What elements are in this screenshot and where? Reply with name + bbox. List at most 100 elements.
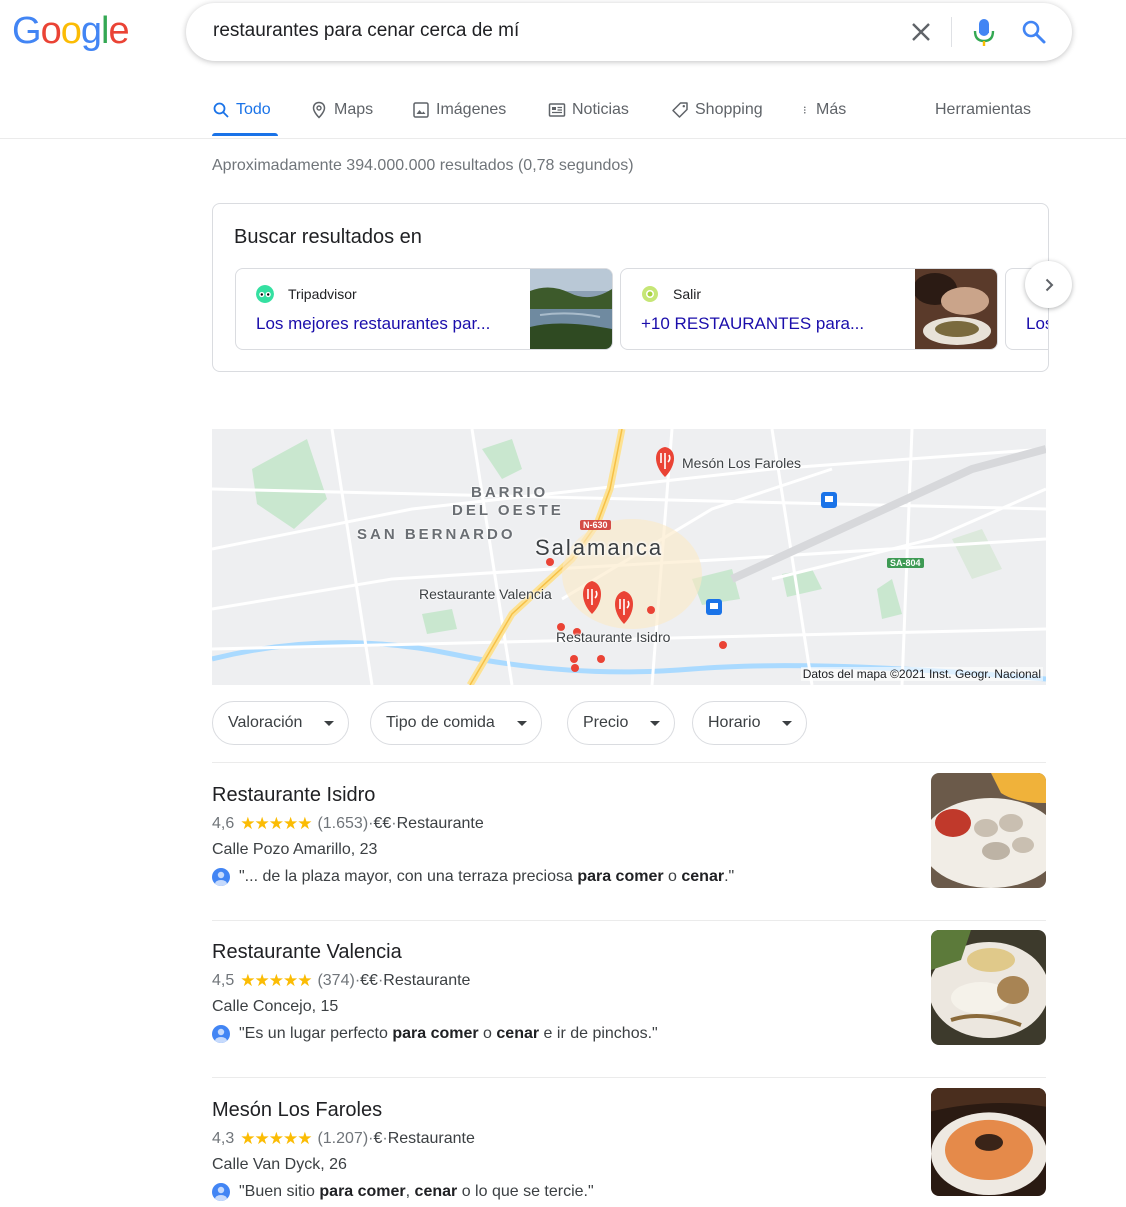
- review-count: (1.207): [317, 1130, 369, 1147]
- price-level: €€: [360, 972, 378, 989]
- source-name: Salir: [641, 285, 701, 303]
- salir-icon: [642, 286, 658, 302]
- tab-maps[interactable]: Maps: [310, 98, 373, 122]
- filter-valoracion[interactable]: Valoración: [212, 701, 350, 745]
- road-badge: N-630: [580, 520, 611, 530]
- tab-shopping[interactable]: Shopping: [671, 98, 763, 122]
- divider: [212, 1077, 1046, 1078]
- category: Restaurante: [396, 815, 484, 832]
- active-tab-indicator: [212, 133, 278, 136]
- tab-noticias[interactable]: Noticias: [548, 98, 629, 122]
- review-part: o: [478, 1025, 497, 1042]
- review-part: "Es un lugar perfecto: [239, 1025, 393, 1042]
- search-icon[interactable]: [1020, 17, 1048, 47]
- dropdown-arrow-icon: [650, 720, 661, 726]
- newspaper-icon: [548, 103, 566, 117]
- tab-label: Imágenes: [436, 101, 507, 118]
- rating-stars-icon: ★★★★★: [240, 971, 312, 990]
- review-part: o: [663, 868, 682, 885]
- restaurant-photo[interactable]: [931, 930, 1046, 1045]
- tag-icon: [672, 102, 688, 118]
- source-link[interactable]: Los mejores restaurantes par...: [256, 314, 490, 334]
- river-thumbnail-image: [530, 269, 612, 349]
- review-bold: para comer: [577, 868, 664, 885]
- result-name[interactable]: Restaurante Valencia: [212, 941, 402, 964]
- local-result[interactable]: Mesón Los Faroles 4,3 ★★★★★ (1.207) · € …: [212, 1088, 1046, 1207]
- search-input[interactable]: restaurantes para cenar cerca de mí: [213, 20, 519, 42]
- logo-letter: o: [60, 10, 82, 52]
- close-icon[interactable]: [904, 15, 938, 49]
- local-result[interactable]: Restaurante Isidro 4,6 ★★★★★ (1.653) · €…: [212, 773, 1046, 904]
- logo-letter: g: [80, 10, 102, 52]
- map-label-valencia[interactable]: Restaurante Valencia: [419, 586, 552, 602]
- review-part: "... de la plaza mayor, con una terraza …: [239, 868, 578, 885]
- carousel-next-button[interactable]: [1025, 261, 1072, 308]
- local-results-map[interactable]: Mesón Los Faroles Restaurante Valencia R…: [212, 429, 1046, 685]
- address: Calle Van Dyck, 26: [212, 1156, 347, 1173]
- user-avatar-icon: [212, 1025, 230, 1043]
- address: Calle Pozo Amarillo, 23: [212, 841, 378, 858]
- logo-letter: o: [40, 10, 62, 52]
- result-meta: 4,5 ★★★★★ (374) · €€ · Restaurante: [212, 971, 470, 991]
- map-city-label: Salamanca: [535, 535, 664, 560]
- result-meta: 4,3 ★★★★★ (1.207) · € · Restaurante: [212, 1129, 475, 1149]
- tab-label: Todo: [236, 101, 271, 118]
- logo-letter: G: [12, 10, 42, 52]
- filter-tipo-comida[interactable]: Tipo de comida: [370, 701, 542, 745]
- map-district: BARRIO: [471, 484, 549, 501]
- result-name[interactable]: Restaurante Isidro: [212, 784, 375, 807]
- local-result[interactable]: Restaurante Valencia 4,5 ★★★★★ (374) · €…: [212, 930, 1046, 1061]
- review-count: (1.653): [317, 815, 369, 832]
- source-label: Tripadvisor: [288, 286, 357, 302]
- review-part: e ir de pinchos.": [539, 1025, 658, 1042]
- source-card-tripadvisor[interactable]: Tripadvisor Los mejores restaurantes par…: [235, 268, 613, 350]
- source-card-salir[interactable]: Salir +10 RESTAURANTES para...: [620, 268, 998, 350]
- source-link[interactable]: +10 RESTAURANTES para...: [641, 314, 864, 334]
- source-name: Tripadvisor: [256, 285, 357, 303]
- map-attribution: Datos del mapa ©2021 Inst. Geogr. Nacion…: [800, 667, 1043, 681]
- rating-value: 4,6: [212, 815, 235, 832]
- review-part: .": [724, 868, 735, 885]
- chip-label: Tipo de comida: [386, 714, 495, 731]
- road-badge: SA-804: [887, 558, 924, 568]
- rating-value: 4,5: [212, 972, 235, 989]
- dropdown-arrow-icon: [516, 720, 527, 726]
- tripadvisor-icon: [256, 285, 274, 303]
- review-bold: cenar: [414, 1183, 458, 1200]
- tab-todo[interactable]: Todo: [212, 98, 271, 122]
- review-snippet: "... de la plaza mayor, con una terraza …: [212, 868, 734, 886]
- tab-label: Más: [816, 101, 847, 118]
- map-label-isidro[interactable]: Restaurante Isidro: [556, 629, 670, 645]
- search-box[interactable]: restaurantes para cenar cerca de mí: [186, 3, 1072, 61]
- panel-title: Buscar resultados en: [234, 226, 422, 248]
- review-bold: cenar: [496, 1025, 540, 1042]
- review-text: "Es un lugar perfecto para comer o cenar…: [239, 1025, 658, 1043]
- filter-horario[interactable]: Horario: [692, 701, 808, 745]
- microphone-icon[interactable]: [970, 15, 998, 49]
- map-pin-icon: [312, 101, 326, 119]
- tab-label: Shopping: [695, 101, 763, 118]
- user-avatar-icon: [212, 1183, 230, 1201]
- category: Restaurante: [387, 1130, 475, 1147]
- result-meta: 4,6 ★★★★★ (1.653) · €€ · Restaurante: [212, 814, 484, 834]
- chip-label: Horario: [708, 714, 761, 731]
- divider: [212, 920, 1046, 921]
- tab-herramientas[interactable]: Herramientas: [935, 98, 1031, 122]
- review-bold: cenar: [681, 868, 725, 885]
- review-snippet: "Buen sitio para comer, cenar o lo que s…: [212, 1183, 594, 1201]
- map-label-meson[interactable]: Mesón Los Faroles: [682, 455, 801, 471]
- result-name[interactable]: Mesón Los Faroles: [212, 1099, 382, 1122]
- restaurant-photo[interactable]: [931, 773, 1046, 888]
- filter-precio[interactable]: Precio: [567, 701, 676, 745]
- chip-label: Valoración: [228, 714, 303, 731]
- google-logo[interactable]: Google: [12, 10, 130, 53]
- tab-imagenes[interactable]: Imágenes: [412, 98, 506, 122]
- chip-label: Precio: [583, 714, 629, 731]
- source-link[interactable]: Los: [1026, 314, 1048, 334]
- tab-mas[interactable]: Más: [802, 98, 846, 122]
- map-district: DEL OESTE: [452, 502, 564, 519]
- review-text: "... de la plaza mayor, con una terraza …: [239, 868, 734, 886]
- tab-label: Herramientas: [935, 101, 1032, 118]
- restaurant-photo[interactable]: [931, 1088, 1046, 1196]
- review-text: "Buen sitio para comer, cenar o lo que s…: [239, 1183, 594, 1201]
